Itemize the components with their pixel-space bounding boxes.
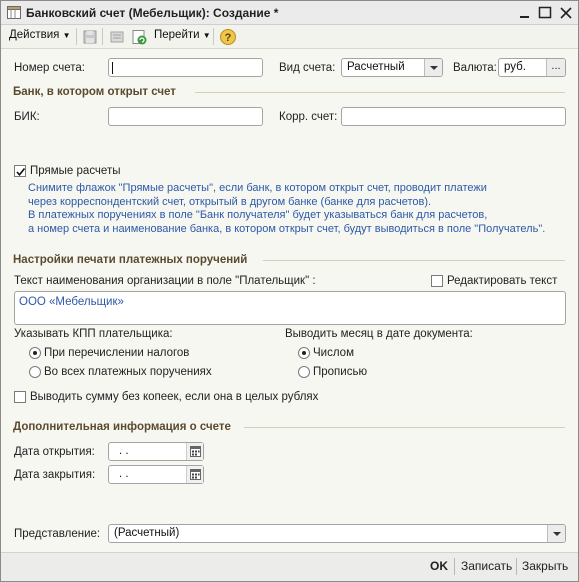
chevron-down-icon: ▼: [62, 31, 71, 40]
org-text-value: ООО «Мебельщик»: [19, 296, 124, 308]
structure-icon[interactable]: [108, 28, 126, 46]
direct-payments-hint: Снимите флажок "Прямые расчеты", если ба…: [28, 182, 487, 194]
account-number-label: Номер счета:: [14, 62, 85, 74]
representation-value: (Расчетный): [114, 527, 180, 539]
currency-select-button[interactable]: ...: [546, 59, 565, 76]
dialog-window: Банковский счет (Мебельщик): Создание * …: [0, 0, 579, 582]
org-text-field[interactable]: ООО «Мебельщик»: [14, 291, 566, 325]
ok-button[interactable]: OK: [430, 559, 448, 573]
corr-account-label: Корр. счет:: [279, 111, 338, 123]
maximize-icon[interactable]: [536, 4, 554, 22]
window-title: Банковский счет (Мебельщик): Создание *: [26, 6, 279, 20]
goto-menu[interactable]: Перейти ▼: [154, 29, 211, 41]
goto-label: Перейти: [154, 29, 200, 41]
calendar-icon[interactable]: [186, 443, 203, 460]
svg-text:?: ?: [225, 32, 232, 44]
month-option-number-radio[interactable]: [298, 347, 310, 359]
title-bar: Банковский счет (Мебельщик): Создание *: [1, 1, 578, 25]
direct-payments-label: Прямые расчеты: [30, 165, 121, 177]
corr-account-input[interactable]: [341, 107, 566, 126]
chevron-down-icon: [553, 532, 561, 536]
help-icon[interactable]: ?: [219, 28, 237, 46]
open-date-label: Дата открытия:: [14, 446, 95, 458]
footer-separator: [454, 558, 455, 575]
footer-separator: [516, 558, 517, 575]
actions-menu[interactable]: Действия ▼: [9, 29, 71, 41]
month-option-words-radio[interactable]: [298, 366, 310, 378]
representation-select[interactable]: (Расчетный): [108, 524, 566, 543]
section-divider: [195, 92, 565, 93]
chevron-down-icon: [430, 66, 438, 70]
bik-input[interactable]: [108, 107, 263, 126]
month-option-number-label: Числом: [313, 347, 354, 359]
edit-text-label: Редактировать текст: [447, 275, 558, 287]
section-divider: [244, 427, 565, 428]
close-date-label: Дата закрытия:: [14, 469, 96, 481]
kpp-label: Указывать КПП плательщика:: [14, 328, 173, 340]
month-label: Выводить месяц в дате документа:: [285, 328, 473, 340]
month-option-words-label: Прописью: [313, 366, 368, 378]
kpp-option-taxes-radio[interactable]: [29, 347, 41, 359]
kpp-option-all-label: Во всех платежных поручениях: [44, 366, 212, 378]
kpp-option-all-radio[interactable]: [29, 366, 41, 378]
dropdown-button[interactable]: [547, 525, 565, 542]
toolbar: Действия ▼ Перейти ▼ ?: [1, 25, 578, 49]
direct-payments-hint: В платежных поручениях в поле "Банк полу…: [28, 209, 488, 221]
currency-value: руб.: [504, 61, 526, 73]
direct-payments-hint: через корреспондентский счет, открытый в…: [28, 195, 432, 208]
currency-label: Валюта:: [453, 62, 497, 74]
toolbar-separator: [76, 28, 77, 45]
actions-label: Действия: [9, 29, 60, 41]
save-icon[interactable]: [81, 28, 99, 46]
direct-payments-checkbox[interactable]: [14, 165, 26, 177]
calendar-icon[interactable]: [186, 466, 203, 483]
currency-input[interactable]: руб. ...: [498, 58, 566, 77]
dropdown-button[interactable]: [424, 59, 442, 76]
close-date-input[interactable]: . .: [108, 465, 204, 484]
direct-payments-hint: а номер счета и наименование банка, в ко…: [28, 222, 546, 235]
save-button[interactable]: Записать: [461, 559, 512, 573]
toolbar-separator: [213, 28, 214, 45]
account-type-label: Вид счета:: [279, 62, 336, 74]
minimize-icon[interactable]: [516, 4, 534, 22]
check-icon: [16, 168, 26, 177]
refresh-icon[interactable]: [130, 28, 148, 46]
kpp-option-taxes-label: При перечислении налогов: [44, 347, 190, 359]
open-date-value: . .: [119, 445, 129, 457]
text-cursor: [112, 62, 113, 74]
close-icon[interactable]: [557, 4, 575, 22]
org-text-label: Текст наименования организации в поле "П…: [14, 275, 316, 287]
footer-bar: OK Записать Закрыть: [1, 552, 578, 581]
close-date-value: . .: [119, 468, 129, 480]
form-icon: [7, 6, 21, 19]
chevron-down-icon: ▼: [202, 31, 211, 40]
toolbar-separator: [102, 28, 103, 45]
open-date-input[interactable]: . .: [108, 442, 204, 461]
no-kopecks-checkbox[interactable]: [14, 391, 26, 403]
account-type-select[interactable]: Расчетный: [341, 58, 443, 77]
edit-text-checkbox[interactable]: [431, 275, 443, 287]
section-divider: [263, 260, 565, 261]
print-section-title: Настройки печати платежных поручений: [13, 254, 248, 266]
account-number-input[interactable]: [108, 58, 263, 77]
bik-label: БИК:: [14, 111, 40, 123]
bank-section-title: Банк, в котором открыт счет: [13, 86, 176, 98]
account-type-value: Расчетный: [347, 61, 405, 73]
extra-section-title: Дополнительная информация о счете: [13, 421, 231, 433]
close-button[interactable]: Закрыть: [522, 559, 568, 573]
no-kopecks-label: Выводить сумму без копеек, если она в це…: [30, 391, 319, 403]
representation-label: Представление:: [14, 528, 101, 540]
